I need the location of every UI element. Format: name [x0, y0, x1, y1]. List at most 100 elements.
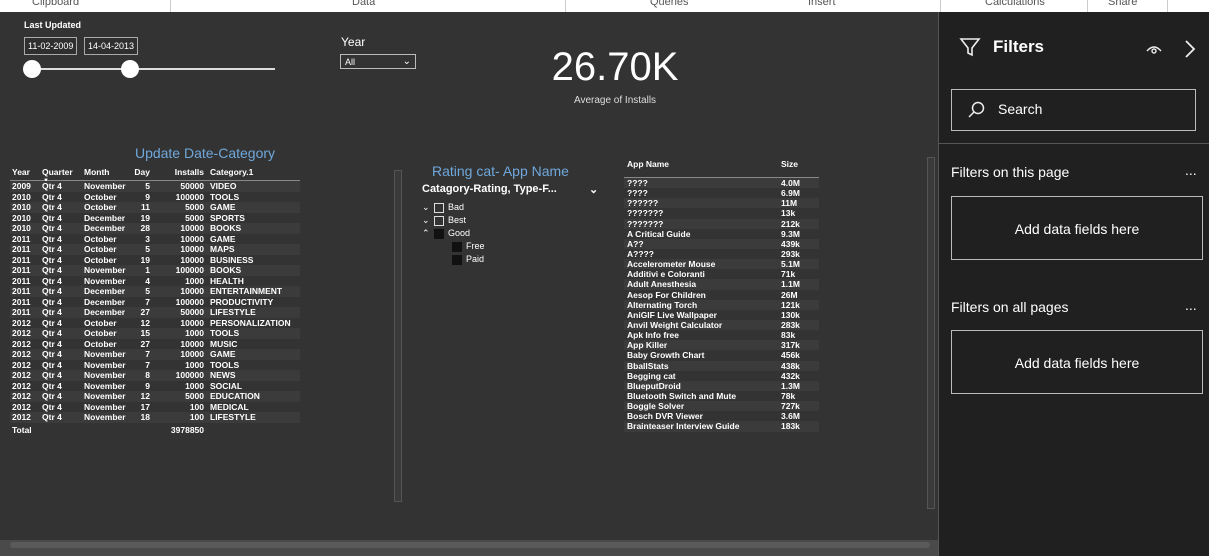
table-row[interactable]: Begging cat 432k [624, 371, 819, 381]
cell-size: 9.3M [781, 228, 800, 239]
table-row[interactable]: Baby Growth Chart 456k [624, 350, 819, 360]
expand-icon[interactable]: ⌄ [422, 214, 430, 227]
table-row[interactable]: 2010 Qtr 4 October 9 100000 TOOLS [10, 192, 300, 203]
more-options-icon[interactable]: ... [1185, 162, 1197, 178]
end-date-input[interactable]: 14-04-2013 [84, 37, 139, 55]
table-row[interactable]: Apk Info free 83k [624, 330, 819, 340]
cell-day: 1 [145, 265, 150, 275]
cell-installs: 10000 [180, 349, 204, 359]
expand-icon[interactable]: ⌄ [422, 201, 430, 214]
update-table-scrollbar[interactable] [394, 170, 402, 502]
checkbox[interactable] [434, 216, 444, 226]
cell-installs: 5000 [185, 202, 204, 212]
table-row[interactable]: ?????? 11M [624, 198, 819, 209]
table-row[interactable]: 2011 Qtr 4 December 7 100000 PRODUCTIVITY [10, 297, 300, 308]
checkbox[interactable] [434, 203, 444, 213]
column-header-month[interactable]: Month [84, 166, 110, 178]
table-row[interactable]: App Killer 317k [624, 340, 819, 351]
table-row[interactable]: 2011 Qtr 4 October 19 10000 BUSINESS [10, 255, 300, 266]
table-row[interactable]: 2012 Qtr 4 November 18 100 LIFESTYLE [10, 412, 300, 423]
table-row[interactable]: 2012 Qtr 4 November 12 5000 EDUCATION [10, 391, 300, 402]
date-range-start-handle[interactable] [23, 60, 41, 78]
start-date-input[interactable]: 11-02-2009 [24, 37, 78, 55]
table-row[interactable]: 2010 Qtr 4 December 19 5000 SPORTS [10, 213, 300, 224]
table-row[interactable]: ??????? 212k [624, 218, 819, 229]
column-header-category[interactable]: Category.1 [210, 166, 253, 178]
table-row[interactable]: 2012 Qtr 4 October 27 10000 MUSIC [10, 339, 300, 350]
update-date-category-table: Year Quarter ▼ Month Day Installs Catego… [10, 166, 300, 435]
table-row[interactable]: AniGIF Live Wallpaper 130k [624, 310, 819, 320]
all-pages-filters-drop-zone[interactable]: Add data fields here [951, 330, 1203, 394]
cell-installs: 100000 [175, 296, 204, 307]
table-row[interactable]: 2011 Qtr 4 October 5 10000 MAPS [10, 244, 300, 255]
table-row[interactable]: BballStats 438k [624, 360, 819, 371]
ribbon-divider [1087, 0, 1088, 12]
cell-quarter: Qtr 4 [42, 338, 62, 349]
table-row[interactable]: Accelerometer Mouse 5.1M [624, 259, 819, 270]
cell-category: VIDEO [210, 181, 237, 191]
table-row[interactable]: Additivi e Coloranti 71k [624, 269, 819, 279]
app-table-scrollbar[interactable] [927, 157, 935, 509]
table-row[interactable]: 2011 Qtr 4 December 27 50000 LIFESTYLE [10, 307, 300, 318]
more-options-icon[interactable]: ... [1185, 297, 1197, 313]
table-row[interactable]: 2011 Qtr 4 November 1 100000 BOOKS [10, 265, 300, 276]
cell-installs: 5000 [185, 391, 204, 401]
table-row[interactable]: ??????? 13k [624, 208, 819, 218]
date-range-end-handle[interactable] [121, 60, 139, 78]
table-row[interactable]: Bosch DVR Viewer 3.6M [624, 411, 819, 421]
table-row[interactable]: 2011 Qtr 4 October 3 10000 GAME [10, 234, 300, 245]
table-row[interactable]: ???? 6.9M [624, 188, 819, 198]
scrollbar-thumb[interactable] [10, 542, 930, 548]
table-row[interactable]: Adult Anesthesia 1.1M [624, 279, 819, 290]
cell-app-name: Bluetooth Switch and Mute [627, 390, 737, 401]
table-row[interactable]: 2009 Qtr 4 November 5 50000 VIDEO [10, 181, 300, 192]
table-row[interactable]: 2010 Qtr 4 December 28 10000 BOOKS [10, 223, 300, 234]
cell-category: GAME [210, 349, 236, 359]
column-header-size[interactable]: Size [781, 157, 798, 171]
table-row[interactable]: 2012 Qtr 4 November 7 10000 GAME [10, 349, 300, 360]
table-row[interactable]: 2012 Qtr 4 November 7 1000 TOOLS [10, 360, 300, 371]
column-header-installs[interactable]: Installs [150, 166, 204, 178]
column-header-app-name[interactable]: App Name [627, 157, 669, 171]
chevron-down-icon: ⌄ [589, 184, 599, 196]
table-row[interactable]: 2011 Qtr 4 November 4 1000 HEALTH [10, 276, 300, 287]
column-header-day[interactable]: Day [130, 166, 150, 178]
checkbox[interactable] [452, 242, 462, 252]
horizontal-scrollbar[interactable] [0, 540, 938, 556]
table-row[interactable]: Boggle Solver 727k [624, 401, 819, 412]
table-row[interactable]: 2012 Qtr 4 November 8 100000 NEWS [10, 370, 300, 381]
chevron-right-icon[interactable] [1183, 38, 1197, 65]
table-row[interactable]: A?? 439k [624, 238, 819, 249]
table-row[interactable]: Brainteaser Interview Guide 183k [624, 421, 819, 432]
table-row[interactable]: BlueputDroid 1.3M [624, 380, 819, 391]
cell-app-name: Begging cat [627, 370, 676, 381]
table-row[interactable]: Aesop For Children 26M [624, 290, 819, 300]
table-row[interactable]: 2012 Qtr 4 October 15 1000 TOOLS [10, 328, 300, 339]
rating-slicer-header[interactable]: Catagory-Rating, Type-F... ⌄ [422, 183, 598, 196]
eye-icon[interactable] [1145, 40, 1163, 63]
year-dropdown[interactable]: All ⌄ [340, 54, 416, 69]
table-row[interactable]: 2012 Qtr 4 October 12 10000 PERSONALIZATION [10, 318, 300, 329]
collapse-icon[interactable]: ⌃ [422, 227, 430, 240]
table-row[interactable]: A Critical Guide 9.3M [624, 229, 819, 239]
table-row[interactable]: 2011 Qtr 4 December 5 10000 ENTERTAINMENT [10, 286, 300, 297]
cell-app-name: Baby Growth Chart [627, 350, 705, 361]
checkbox[interactable] [434, 229, 444, 239]
page-filters-drop-zone[interactable]: Add data fields here [951, 196, 1203, 260]
checkbox[interactable] [452, 255, 462, 265]
filter-search-input[interactable]: Search [951, 89, 1196, 131]
table-row[interactable]: A???? 293k [624, 249, 819, 259]
cell-size: 6.9M [781, 188, 800, 199]
column-header-year[interactable]: Year [12, 166, 30, 178]
cell-day: 5 [145, 286, 150, 296]
table-row[interactable]: 2010 Qtr 4 October 11 5000 GAME [10, 202, 300, 213]
table-row[interactable]: 2012 Qtr 4 November 9 1000 SOCIAL [10, 381, 300, 392]
cell-installs: 5000 [185, 212, 204, 223]
table-row[interactable]: Anvil Weight Calculator 283k [624, 319, 819, 331]
table-row[interactable]: ???? 4.0M [624, 178, 819, 189]
date-range-track[interactable] [31, 68, 275, 70]
table-row[interactable]: Alternating Torch 121k [624, 299, 819, 310]
table-row[interactable]: 2012 Qtr 4 November 17 100 MEDICAL [10, 402, 300, 413]
cell-category: EDUCATION [210, 391, 260, 401]
table-row[interactable]: Bluetooth Switch and Mute 78k [624, 391, 819, 401]
